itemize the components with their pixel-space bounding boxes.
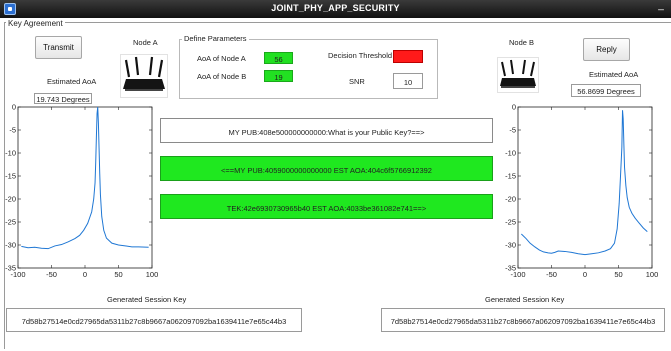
define-parameters-title: Define Parameters	[182, 34, 249, 43]
reply-button[interactable]: Reply	[583, 38, 630, 61]
plot-b-xtick-label: -100	[510, 270, 525, 279]
decision-threshold-label: Decision Threshold	[328, 51, 393, 60]
plot-a-ytick-label: -20	[5, 195, 16, 204]
node-b-aoa-plot: 0-5-10-15-20-25-30-35-100 -50 0 50 100	[505, 103, 659, 280]
decision-threshold-input[interactable]	[393, 50, 423, 63]
plot-b-xtick-label: 0	[583, 270, 587, 279]
plot-a-ytick-label: 0	[12, 103, 16, 112]
aoa-node-b-input[interactable]: 19	[264, 70, 293, 82]
plot-b-ytick-label: -25	[505, 218, 516, 227]
node-b-estimated-label: Estimated AoA	[589, 70, 639, 79]
minimize-button[interactable]: _	[655, 0, 667, 16]
plot-a-xtick-label: -50	[46, 270, 57, 279]
node-a-label: Node A	[133, 38, 158, 47]
plot-a-xtick-label: 50	[114, 270, 122, 279]
plot-b-axes-frame	[517, 106, 653, 269]
node-a-session-key-label: Generated Session Key	[107, 295, 187, 304]
node-b-session-key: 7d58b27514e0cd27965da5311b27c8b9667a0620…	[381, 308, 665, 332]
plot-b-ytick-label: -10	[505, 149, 516, 158]
plot-a-xtick-label: 0	[83, 270, 87, 279]
snr-input[interactable]: 10	[393, 73, 423, 89]
plot-a-xtick-label: -100	[10, 270, 25, 279]
plot-b-ytick-label: -15	[505, 172, 516, 181]
node-a-estimated-label: Estimated AoA	[47, 77, 97, 86]
node-b-label: Node B	[509, 38, 535, 47]
plot-b-xtick-label: -50	[546, 270, 557, 279]
define-parameters-group	[179, 39, 438, 99]
plot-a-ytick-label: -10	[5, 149, 16, 158]
title-bar: JOINT_PHY_APP_SECURITY _	[0, 0, 671, 18]
node-b-estimated-value: 56.8699 Degrees	[571, 84, 641, 97]
transmit-button[interactable]: Transmit	[35, 36, 82, 59]
window-title: JOINT_PHY_APP_SECURITY	[271, 3, 400, 13]
plot-a-axes-frame	[17, 106, 153, 269]
plot-b-ytick-label: -5	[509, 126, 516, 135]
plot-b-ytick-label: -20	[505, 195, 516, 204]
plot-a-ytick-label: -25	[5, 218, 16, 227]
node-b-session-key-label: Generated Session Key	[485, 295, 565, 304]
plot-b-ytick-label: -30	[505, 241, 516, 250]
node-a-aoa-plot: 0-5-10-15-20-25-30-35-100 -50 0 50 100	[5, 103, 159, 280]
aoa-node-b-label: AoA of Node B	[197, 72, 247, 81]
message-reply: <==MY PUB:4059000000000000 EST AOA:404c6…	[160, 156, 493, 181]
plot-b-xtick-label: 50	[614, 270, 622, 279]
plot-a-ytick-label: -30	[5, 241, 16, 250]
plot-b-xtick-label: 100	[646, 270, 659, 279]
snr-label: SNR	[349, 77, 365, 86]
plot-a-xtick-label: 100	[146, 270, 159, 279]
panel-title: Key Agreement	[6, 19, 65, 28]
plot-a-ytick-label: -5	[9, 126, 16, 135]
node-a-session-key: 7d58b27514e0cd27965da5311b27c8b9667a0620…	[6, 308, 302, 332]
message-tek: TEK:42e6930730965b40 EST AOA:4033be36108…	[160, 194, 493, 219]
plot-a-ytick-label: -15	[5, 172, 16, 181]
plot-b-ytick-label: 0	[512, 103, 516, 112]
aoa-node-a-label: AoA of Node A	[197, 54, 246, 63]
node-a-router-icon	[120, 54, 168, 98]
message-request: MY PUB:408e500000000000:What is your Pub…	[160, 118, 493, 143]
aoa-node-a-input[interactable]: 56	[264, 52, 293, 64]
node-b-router-icon	[497, 57, 539, 93]
